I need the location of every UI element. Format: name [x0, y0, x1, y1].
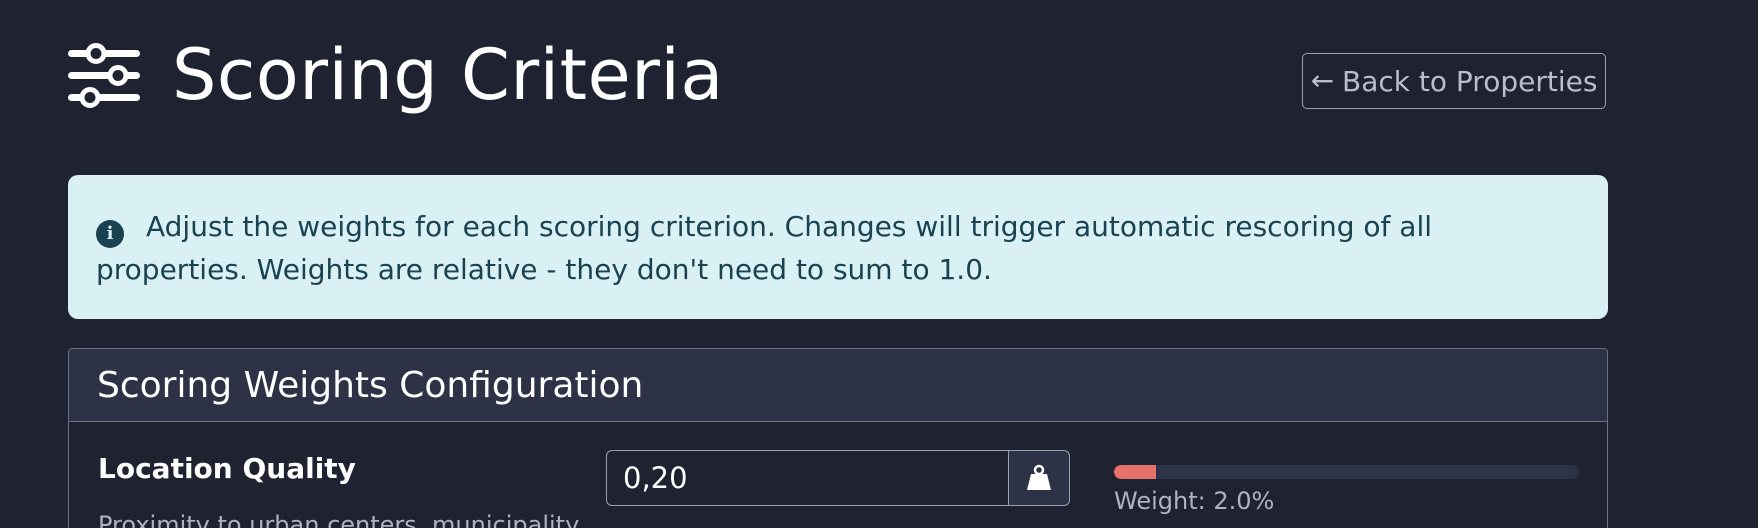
card-title: Scoring Weights Configuration: [97, 364, 644, 406]
weight-input-group: [606, 450, 1070, 506]
criterion-name: Location Quality: [98, 452, 356, 485]
weight-percent-label: Weight: 2.0%: [1114, 487, 1275, 515]
sliders-icon: [68, 43, 140, 108]
weight-addon: [1008, 450, 1070, 506]
weight-hanging-icon: [1027, 464, 1051, 490]
scoring-weights-card: Scoring Weights Configuration Location Q…: [68, 348, 1608, 528]
weight-progress-bar: [1114, 465, 1579, 479]
weight-progress-fill: [1114, 465, 1156, 479]
page-title: Scoring Criteria: [172, 34, 724, 116]
info-circle-icon: i: [96, 220, 124, 248]
scoring-criteria-page: Scoring Criteria ← Back to Properties iA…: [0, 0, 1758, 528]
info-alert: i Adjust the weights for each scoring cri…: [68, 175, 1608, 319]
weight-input[interactable]: [606, 450, 1008, 506]
arrow-left-icon: ←: [1310, 64, 1335, 97]
page-header: Scoring Criteria: [68, 30, 724, 120]
back-to-properties-button[interactable]: ← Back to Properties: [1302, 53, 1606, 109]
info-alert-text: Adjust the weights for each scoring crit…: [96, 210, 1433, 286]
card-header: Scoring Weights Configuration: [69, 349, 1607, 422]
criterion-description: Proximity to urban centers, municipality: [98, 511, 580, 528]
back-button-label: Back to Properties: [1342, 64, 1598, 98]
